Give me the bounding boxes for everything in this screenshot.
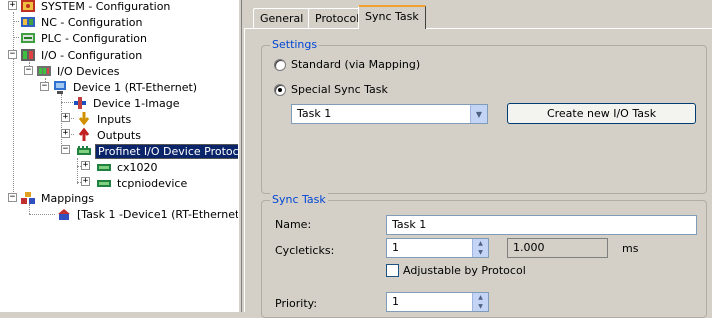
expand-inputs[interactable]: + [61, 113, 70, 122]
tree-item-mappings[interactable]: Mappings [20, 190, 96, 206]
spin-down-icon[interactable]: ▼ [473, 302, 488, 311]
radio-special[interactable]: Special Sync Task [274, 83, 388, 96]
collapse-io-devices[interactable]: − [24, 66, 33, 75]
outputs-icon [76, 127, 92, 143]
radio-special-label: Special Sync Task [291, 83, 388, 96]
tree-item-mapping-task1[interactable]: [Task 1 -Device1 (RT-Ethernet)] [56, 206, 238, 222]
device-module-icon [96, 159, 112, 175]
image-icon [72, 95, 88, 111]
spin-buttons[interactable]: ▲ ▼ [472, 239, 488, 257]
task-select[interactable]: Task 1 ▼ [291, 104, 488, 124]
create-io-task-button[interactable]: Create new I/O Task [507, 103, 696, 124]
collapse-io[interactable]: − [8, 50, 17, 59]
io-devices-icon [36, 63, 52, 79]
tree-item-io[interactable]: I/O - Configuration [20, 47, 144, 63]
system-config-icon [20, 0, 36, 14]
expand-tcpniodevice[interactable]: + [81, 177, 90, 186]
expand-cx1020[interactable]: + [81, 161, 90, 170]
ethernet-device-icon [52, 79, 68, 95]
cycle-unit: ms [622, 242, 639, 255]
splitter[interactable] [238, 0, 242, 312]
spin-buttons[interactable]: ▲ ▼ [472, 293, 488, 311]
priority-stepper[interactable]: 1 ▲ ▼ [386, 292, 489, 312]
tree-item-profinet[interactable]: Profinet I/O Device Protocol [76, 143, 238, 159]
tree-item-device1-image[interactable]: Device 1-Image [72, 95, 182, 111]
priority-label: Priority: [275, 297, 318, 310]
tree-item-inputs[interactable]: Inputs [76, 111, 133, 127]
radio-standard[interactable]: Standard (via Mapping) [274, 58, 420, 71]
adjustable-checkbox[interactable]: Adjustable by Protocol [386, 264, 526, 277]
nc-config-icon [20, 14, 36, 30]
tree-item-tcpniodevice[interactable]: tcpniodevice [96, 175, 189, 191]
tab-general[interactable]: General [253, 8, 311, 28]
plc-config-icon [20, 30, 36, 46]
settings-group-title: Settings [270, 38, 320, 51]
tree-item-plc[interactable]: PLC - Configuration [20, 30, 149, 46]
tree-item-nc[interactable]: NC - Configuration [20, 14, 144, 30]
collapse-device1[interactable]: − [40, 82, 49, 91]
tree-item-outputs[interactable]: Outputs [76, 127, 143, 143]
sync-task-group: Sync Task Name: Task 1 Cycleticks: 1 ▲ ▼… [261, 193, 707, 318]
device-module-icon [96, 175, 112, 191]
name-label: Name: [275, 218, 312, 231]
sync-task-group-title: Sync Task [270, 193, 328, 206]
cycle-time-field: 1.000 [507, 238, 608, 258]
spin-up-icon[interactable]: ▲ [473, 239, 488, 248]
io-config-icon [20, 47, 36, 63]
expand-outputs[interactable]: + [61, 129, 70, 138]
collapse-profinet[interactable]: − [61, 145, 70, 154]
spin-up-icon[interactable]: ▲ [473, 293, 488, 302]
name-field[interactable]: Task 1 [386, 215, 697, 235]
expand-system[interactable]: + [8, 1, 17, 10]
mapping-link-icon [56, 206, 72, 222]
spin-down-icon[interactable]: ▼ [473, 248, 488, 257]
mappings-icon [20, 190, 36, 206]
cycleticks-stepper[interactable]: 1 ▲ ▼ [386, 238, 489, 258]
adjustable-checkbox-box[interactable] [386, 264, 399, 277]
settings-group: Settings Standard (via Mapping) Special … [261, 38, 707, 194]
adjustable-checkbox-label: Adjustable by Protocol [403, 264, 526, 277]
sync-task-page: Settings Standard (via Mapping) Special … [244, 28, 712, 318]
radio-special-circle[interactable] [274, 83, 286, 96]
cycleticks-label: Cycleticks: [275, 244, 335, 257]
tab-sync-task[interactable]: Sync Task [358, 5, 426, 29]
task-select-value: Task 1 [297, 107, 332, 120]
tree-item-device1[interactable]: Device 1 (RT-Ethernet) [52, 79, 199, 95]
chevron-down-icon[interactable]: ▼ [470, 105, 487, 123]
profinet-protocol-icon [76, 143, 92, 159]
radio-standard-label: Standard (via Mapping) [291, 58, 421, 71]
tree-item-cx1020[interactable]: cx1020 [96, 159, 160, 175]
tree-item-system[interactable]: SYSTEM - Configuration [20, 0, 172, 14]
collapse-mappings[interactable]: − [8, 193, 17, 202]
tree-view[interactable]: + − − − + + − + + − SYSTEM - Configurati… [0, 0, 238, 312]
tree-item-io-devices[interactable]: I/O Devices [36, 63, 121, 79]
radio-standard-circle[interactable] [274, 58, 286, 71]
inputs-icon [76, 111, 92, 127]
